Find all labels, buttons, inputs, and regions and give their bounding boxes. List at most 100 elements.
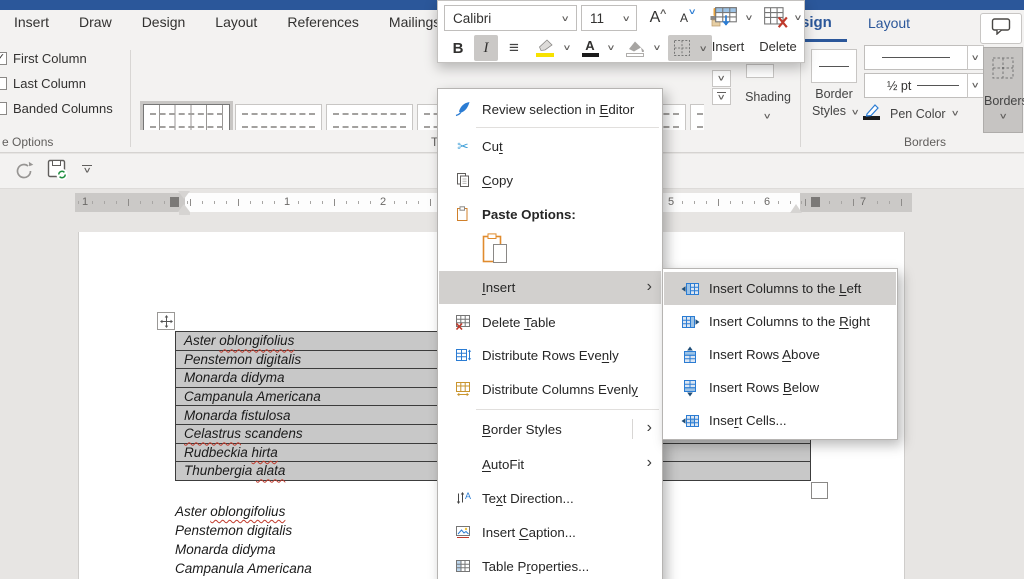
delete-button-label: Delete: [750, 39, 806, 54]
table-style-thumbnail[interactable]: [326, 104, 413, 130]
delete-table-button[interactable]: [760, 4, 792, 32]
menu-item-distribute-rows[interactable]: Distribute Rows Evenly: [439, 341, 661, 369]
checkbox-first-column[interactable]: ✓ First Column: [0, 52, 120, 68]
svg-text:A: A: [465, 491, 471, 501]
table-resize-handle[interactable]: [811, 482, 828, 499]
paragraph-line[interactable]: Monarda didyma: [175, 540, 312, 559]
chevron-down-icon: ∨: [971, 81, 980, 89]
right-indent-marker[interactable]: [790, 204, 802, 213]
highlight-dropdown-arrow[interactable]: ∨: [557, 43, 577, 51]
grow-font-button[interactable]: A ∧: [642, 5, 668, 31]
tab-layout[interactable]: Layout: [215, 14, 257, 30]
font-name-dropdown[interactable]: Calibri ∨: [444, 5, 577, 31]
ruler-table-column-marker[interactable]: [811, 197, 820, 207]
last-column-checkbox-box[interactable]: [0, 77, 7, 90]
border-styles-label-2: Styles: [806, 104, 852, 118]
menu-item-copy[interactable]: Copy: [439, 166, 661, 194]
style-options-group-label: e Options: [2, 135, 53, 149]
menu-separator: [476, 409, 659, 410]
tab-insert[interactable]: Insert: [14, 14, 49, 30]
checkbox-last-column[interactable]: Last Column: [0, 77, 120, 93]
banded-columns-checkbox-box[interactable]: [0, 102, 7, 115]
borders-dashed-grid-icon: [991, 56, 1015, 85]
repeat-icon[interactable]: [13, 160, 35, 187]
word-window: Insert Draw Design Layout References Mai…: [0, 0, 1024, 579]
save-sync-icon[interactable]: [46, 158, 70, 187]
paste-option-keep-source[interactable]: [439, 230, 661, 270]
comments-button[interactable]: [980, 13, 1022, 44]
tab-draw[interactable]: Draw: [79, 14, 112, 30]
tab-references[interactable]: References: [287, 14, 359, 30]
paste-clipboard-icon: [482, 233, 508, 268]
menu-item-cut[interactable]: ✂ Cut: [439, 132, 661, 160]
shading-mini-button[interactable]: [622, 35, 648, 61]
border-styles-button[interactable]: Border Styles ∨: [806, 47, 862, 135]
menu-item-delete-table[interactable]: Delete Table: [439, 308, 661, 336]
shading-button[interactable]: Shading ∨: [737, 60, 799, 135]
italic-button-active[interactable]: I: [474, 35, 498, 61]
shading-dropdown-arrow[interactable]: ∨: [647, 43, 667, 51]
submenu-item-insert-columns-right[interactable]: Insert Columns to the Right: [664, 305, 896, 338]
text-direction-icon: A: [451, 490, 475, 506]
insert-table-button[interactable]: [710, 4, 742, 32]
chevron-down-icon: ∨: [851, 108, 860, 116]
insert-dropdown-arrow[interactable]: ∨: [741, 13, 758, 21]
font-color-dropdown-arrow[interactable]: ∨: [601, 43, 621, 51]
tab-design[interactable]: Design: [142, 14, 186, 30]
editor-pen-icon: [451, 101, 475, 117]
table-style-thumbnail[interactable]: [690, 104, 704, 130]
line-sample: [819, 66, 849, 67]
highlight-color-bar: [536, 53, 554, 57]
first-line-indent-marker[interactable]: [178, 191, 190, 199]
table-style-thumbnail[interactable]: [235, 104, 322, 130]
menu-item-insert-caption[interactable]: Insert Caption...: [439, 518, 661, 546]
menu-item-border-styles[interactable]: Border Styles ›: [439, 414, 661, 444]
delete-table-icon: [763, 6, 789, 30]
menu-item-label: Review selection in Editor: [482, 102, 634, 117]
paragraph-line[interactable]: Campanula Americana: [175, 559, 312, 578]
delete-dropdown-arrow[interactable]: ∨: [790, 13, 807, 21]
menu-item-autofit[interactable]: AutoFit ›: [439, 449, 661, 479]
menu-item-text-direction[interactable]: A Text Direction...: [439, 484, 661, 512]
insert-columns-left-icon: [678, 281, 702, 297]
submenu-item-insert-rows-below[interactable]: Insert Rows Below: [664, 371, 896, 404]
tab-mailings[interactable]: Mailings: [389, 14, 440, 30]
paragraph-line[interactable]: Penstemon digitalis: [175, 521, 312, 540]
line-weight-dropdown-arrow[interactable]: ∨: [967, 73, 984, 98]
submenu-item-insert-cells[interactable]: Insert Cells...: [664, 404, 896, 437]
submenu-item-insert-columns-left[interactable]: Insert Columns to the Left: [664, 272, 896, 305]
first-column-checkbox-box[interactable]: ✓: [0, 52, 7, 65]
pen-color-button[interactable]: Pen Color ∨: [862, 101, 958, 126]
insert-columns-right-icon: [678, 314, 702, 330]
gallery-more-button[interactable]: ∨: [712, 88, 731, 105]
gallery-scroll-down-button[interactable]: ∨: [712, 70, 731, 87]
insert-cells-icon: [678, 413, 702, 429]
tab-table-layout[interactable]: Layout: [868, 15, 910, 31]
bold-button[interactable]: B: [446, 35, 470, 61]
borders-button-active[interactable]: Borders ∨: [983, 47, 1023, 133]
menu-item-insert[interactable]: Insert ›: [439, 271, 661, 304]
comment-bubble-icon: [991, 17, 1011, 40]
table-move-handle[interactable]: [157, 312, 175, 330]
submenu-item-insert-rows-above[interactable]: Insert Rows Above: [664, 338, 896, 371]
ruler-number: 5: [665, 196, 677, 208]
menu-item-label: Border Styles: [482, 422, 562, 437]
line-style-dropdown-arrow[interactable]: ∨: [967, 45, 984, 70]
hanging-indent-marker[interactable]: [178, 204, 190, 212]
highlight-button[interactable]: [530, 35, 560, 61]
shrink-font-button[interactable]: A ∨: [671, 5, 697, 31]
menu-item-table-properties[interactable]: Table Properties...: [439, 552, 661, 579]
menu-item-review-in-editor[interactable]: Review selection in Editor: [439, 95, 661, 123]
font-size-dropdown[interactable]: 11 ∨: [581, 5, 637, 31]
checkbox-banded-columns[interactable]: Banded Columns: [0, 102, 130, 118]
line-weight-dropdown[interactable]: ½ pt: [864, 73, 968, 98]
line-spacing-button[interactable]: ≡: [502, 35, 526, 61]
table-style-thumbnail-selected[interactable]: [143, 104, 230, 130]
paragraph-line[interactable]: Aster oblongifolius: [175, 502, 312, 521]
toolbar-overflow-button[interactable]: ∨: [82, 165, 92, 175]
left-indent-marker[interactable]: [179, 212, 190, 215]
document-paragraph[interactable]: Aster oblongifolius Penstemon digitalis …: [175, 502, 312, 579]
menu-item-distribute-columns[interactable]: Distribute Columns Evenly: [439, 375, 661, 403]
line-style-dropdown[interactable]: [864, 45, 968, 70]
font-color-button[interactable]: A: [578, 35, 602, 61]
